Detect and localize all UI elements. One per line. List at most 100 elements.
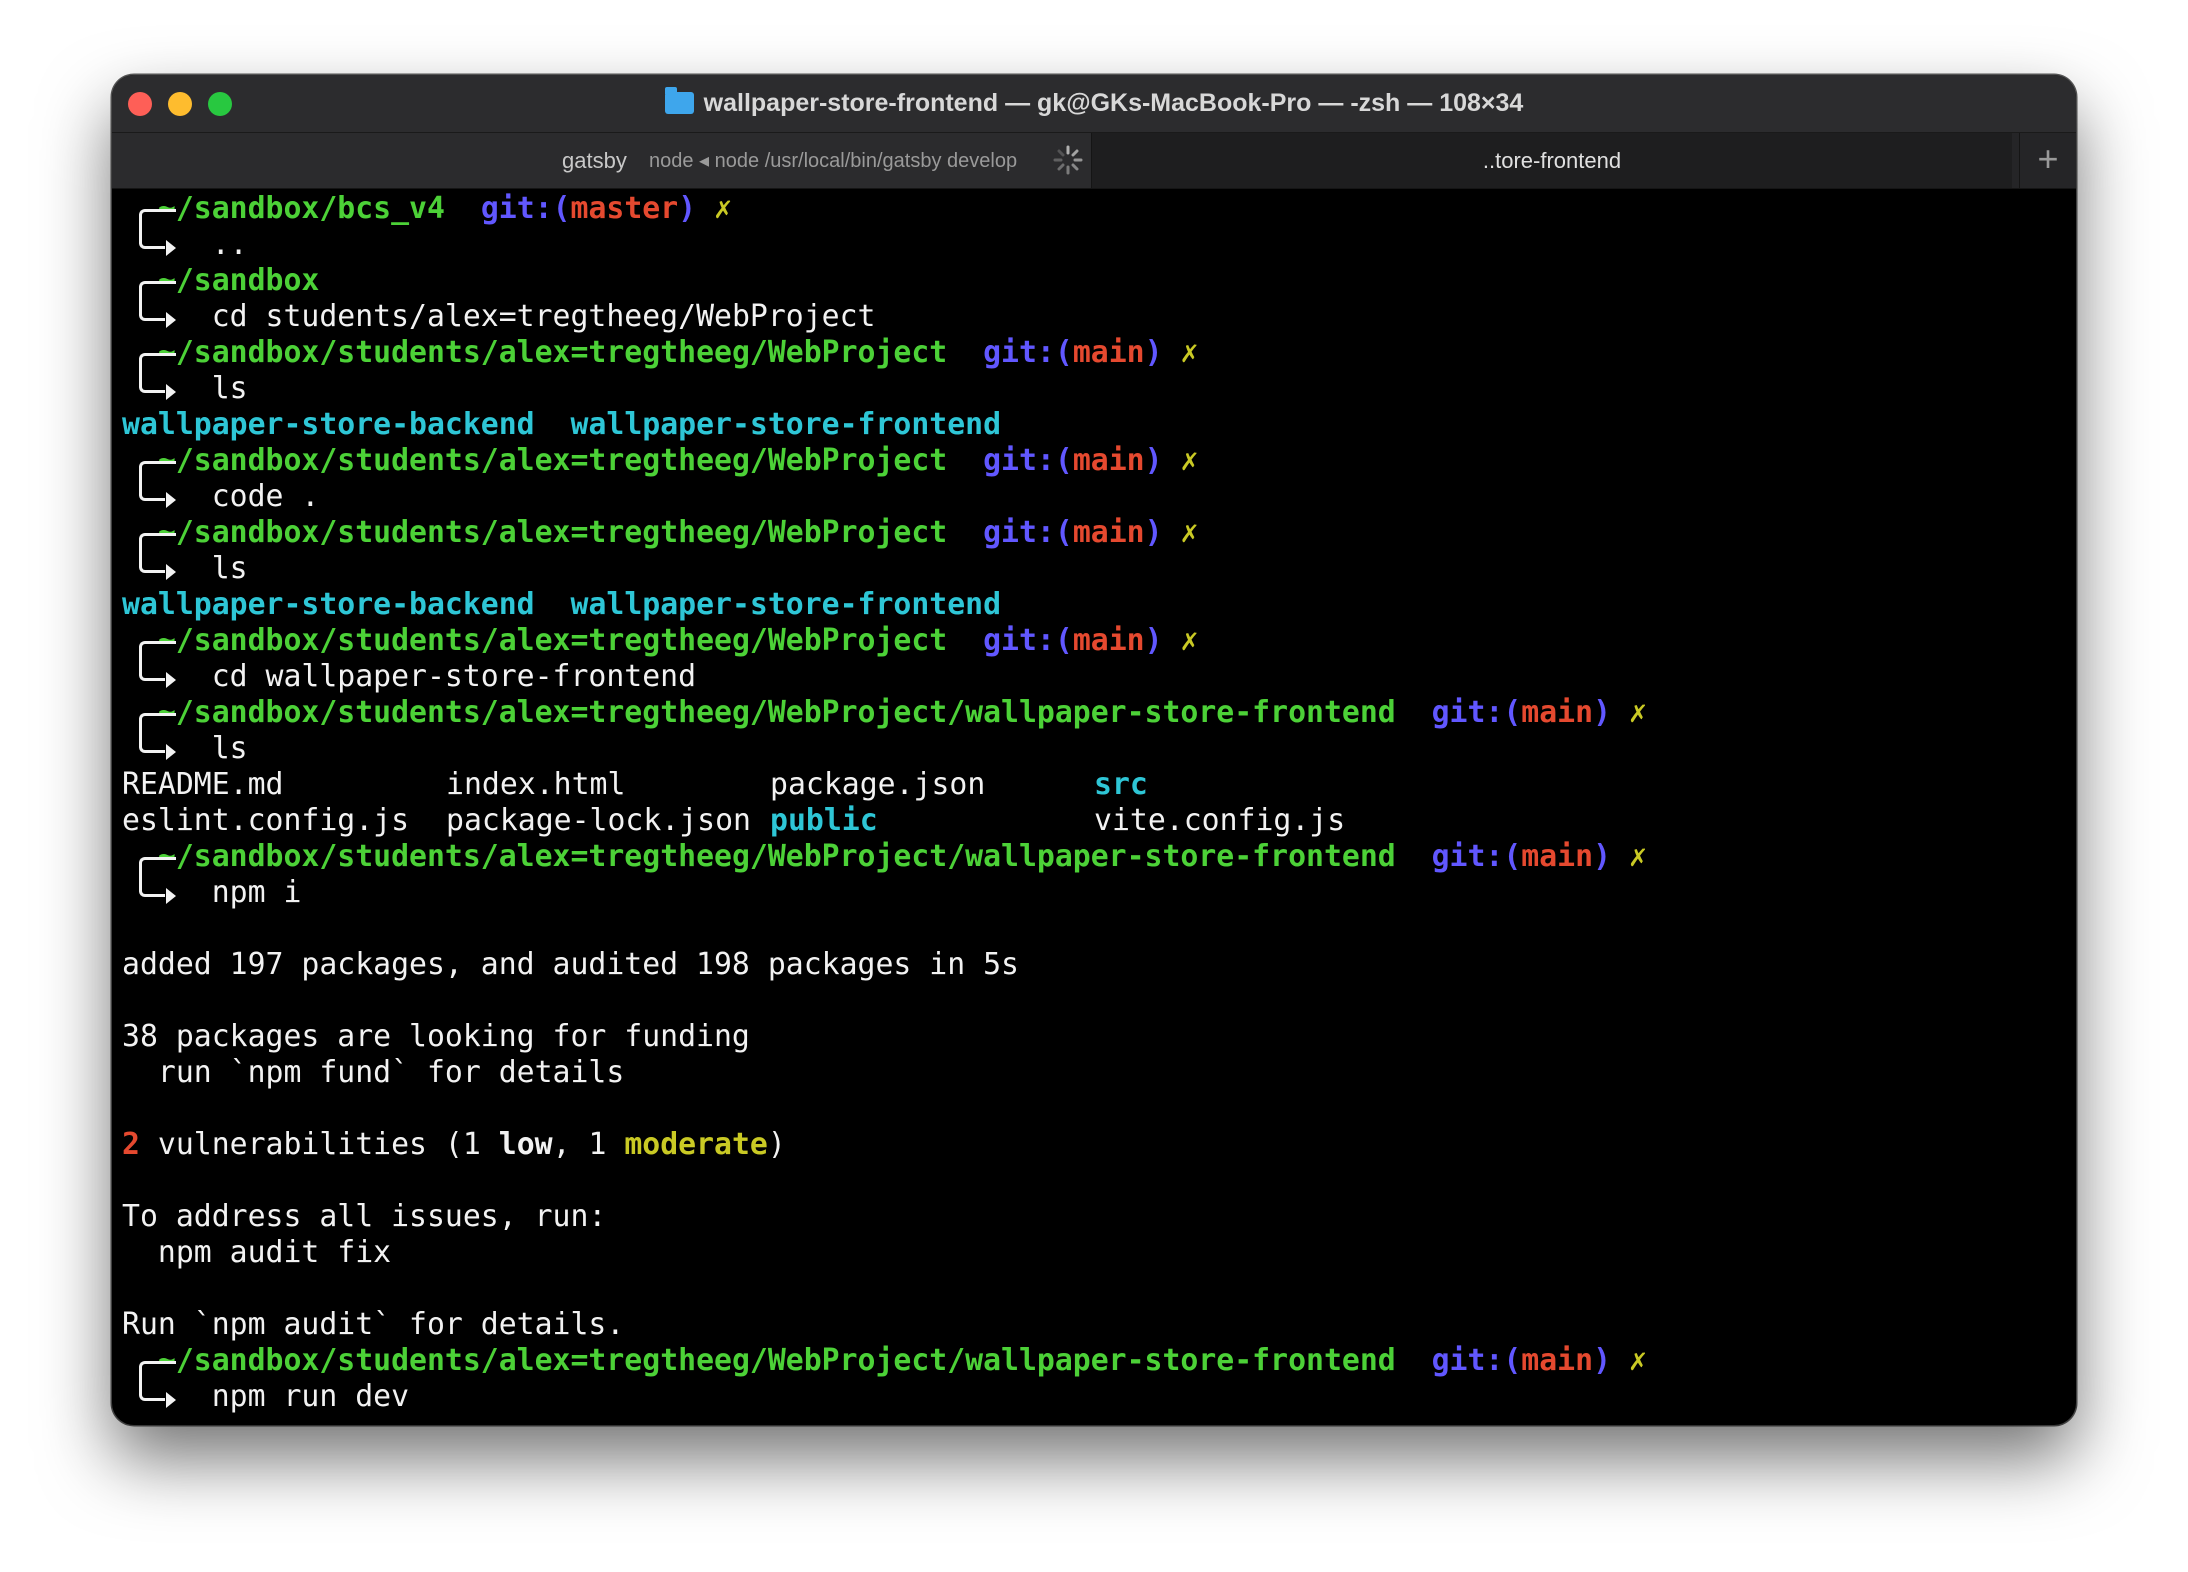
prompt-line: ~/sandbox/students/alex=tregtheeg/WebPro… <box>122 839 2076 904</box>
npm-output: Run `npm audit` for details. <box>122 1307 2076 1343</box>
vuln-end: ) <box>767 1127 786 1162</box>
git-suffix: ) <box>1593 695 1612 730</box>
tab-gatsby-label: gatsby <box>562 148 627 173</box>
command-text: cd wallpaper-store-frontend <box>211 659 697 694</box>
ls-dir: wallpaper-store-frontend <box>570 407 1002 442</box>
command-text: .. <box>211 227 248 262</box>
prompt-line: ~/sandbox/students/alex=tregtheeg/WebPro… <box>122 695 2076 760</box>
npm-output: added 197 packages, and audited 198 pack… <box>122 947 2076 983</box>
npm-fund-hint: run `npm fund` for details <box>122 1055 625 1090</box>
git-prefix: git:( <box>480 191 571 226</box>
prompt-line: ~/sandbox/students/alex=tregtheeg/WebPro… <box>122 515 2076 580</box>
git-branch: main <box>1072 623 1145 658</box>
npm-funding: 38 packages are looking for funding <box>122 1019 750 1054</box>
command-line: npm run dev <box>122 1379 2076 1415</box>
window-title: wallpaper-store-frontend — gk@GKs-MacBoo… <box>112 75 2076 132</box>
command-line: cd students/alex=tregtheeg/WebProject <box>122 299 2076 335</box>
ls-file: package.json <box>770 767 986 802</box>
dirty-mark-icon: ✗ <box>1628 695 1647 730</box>
dirty-mark-icon: ✗ <box>714 191 733 226</box>
prompt-path: ~/sandbox/bcs_v4 <box>157 191 445 226</box>
git-prefix: git:( <box>983 623 1073 658</box>
command-text: ls <box>211 731 248 766</box>
prompt-line: ~/sandbox/students/alex=tregtheeg/WebPro… <box>122 335 2076 400</box>
git-branch: main <box>1072 335 1145 370</box>
ls-dir: wallpaper-store-backend <box>122 587 535 622</box>
ls-file: index.html <box>446 767 626 802</box>
ls-file: README.md <box>122 767 284 802</box>
git-suffix: ) <box>1144 335 1163 370</box>
prompt-line: ~/sandbox/students/alex=tregtheeg/WebPro… <box>122 623 2076 688</box>
ls-dir: public <box>770 803 878 838</box>
tab-frontend[interactable]: ..tore-frontend <box>1092 133 2012 188</box>
command-line: cd wallpaper-store-frontend <box>122 659 2076 695</box>
tab-frontend-label: ..tore-frontend <box>1482 148 1622 173</box>
command-text: code . <box>211 479 320 514</box>
prompt-path: ~/sandbox/students/alex=tregtheeg/WebPro… <box>157 623 948 658</box>
prompt-path: ~/sandbox/students/alex=tregtheeg/WebPro… <box>157 443 948 478</box>
command-text: ls <box>211 371 248 406</box>
vuln-low: low <box>498 1127 553 1162</box>
git-branch: main <box>1072 443 1145 478</box>
command-text: cd students/alex=tregtheeg/WebProject <box>211 299 876 334</box>
git-suffix: ) <box>1593 1343 1612 1378</box>
tab-gatsby-subtitle: node ◂ node /usr/local/bin/gatsby develo… <box>649 150 1018 172</box>
git-suffix: ) <box>1144 443 1163 478</box>
git-branch: main <box>1072 515 1145 550</box>
command-line: ls <box>122 551 2076 587</box>
command-line: npm i <box>122 875 2076 911</box>
ls-dir: wallpaper-store-frontend <box>570 587 1002 622</box>
folder-icon <box>664 87 694 114</box>
prompt-path: ~/sandbox <box>157 263 320 298</box>
title-bar[interactable]: wallpaper-store-frontend — gk@GKs-MacBoo… <box>112 75 2076 133</box>
prompt-path: ~/sandbox/students/alex=tregtheeg/WebPro… <box>157 515 948 550</box>
git-prefix: git:( <box>1431 839 1522 874</box>
prompt-line: ~/sandbox <box>122 263 2076 328</box>
vuln-moderate: moderate <box>624 1127 768 1162</box>
command-line: ls <box>122 371 2076 407</box>
ls-output: eslint.config.js package-lock.json public v… <box>122 803 2076 839</box>
command-text: ls <box>211 551 248 586</box>
git-branch: main <box>1521 1343 1594 1378</box>
dirty-mark-icon: ✗ <box>1180 623 1199 658</box>
vuln-mid: , 1 <box>552 1127 625 1162</box>
prompt-path: ~/sandbox/students/alex=tregtheeg/WebPro… <box>157 335 948 370</box>
dirty-mark-icon: ✗ <box>1180 335 1199 370</box>
window-title-text: wallpaper-store-frontend — gk@GKs-MacBoo… <box>703 89 1524 117</box>
new-tab-button[interactable]: + <box>2019 133 2076 188</box>
command-line: .. <box>122 227 2076 263</box>
npm-output: 38 packages are looking for funding <box>122 1019 2076 1055</box>
terminal-window: wallpaper-store-frontend — gk@GKs-MacBoo… <box>112 75 2076 1425</box>
npm-audit-fix: npm audit fix <box>122 1235 392 1270</box>
prompt-line: ~/sandbox/students/alex=tregtheeg/WebPro… <box>122 443 2076 508</box>
tab-bar: gatsby node ◂ node /usr/local/bin/gatsby… <box>112 133 2076 189</box>
git-suffix: ) <box>1593 839 1612 874</box>
prompt-path: ~/sandbox/students/alex=tregtheeg/WebPro… <box>157 695 1396 730</box>
npm-output: To address all issues, run: <box>122 1199 2076 1235</box>
ls-output: wallpaper-store-backend wallpaper-store-… <box>122 587 2076 623</box>
terminal-output[interactable]: ~/sandbox/bcs_v4 git:(master) ✗ .. ~/san… <box>122 191 2076 1425</box>
command-line: ls <box>122 731 2076 767</box>
git-branch: main <box>1521 695 1594 730</box>
prompt-path: ~/sandbox/students/alex=tregtheeg/WebPro… <box>157 1343 1396 1378</box>
npm-address: To address all issues, run: <box>122 1199 607 1234</box>
git-prefix: git:( <box>1431 695 1522 730</box>
git-prefix: git:( <box>983 515 1073 550</box>
ls-file: package-lock.json <box>446 803 751 838</box>
tab-gatsby[interactable]: gatsby node ◂ node /usr/local/bin/gatsby… <box>112 133 1092 188</box>
dirty-mark-icon: ✗ <box>1628 839 1647 874</box>
ls-dir: src <box>1094 767 1148 802</box>
prompt-line: ~/sandbox/bcs_v4 git:(master) ✗ <box>122 191 2076 256</box>
git-suffix: ) <box>678 191 697 226</box>
git-branch: main <box>1521 839 1594 874</box>
git-suffix: ) <box>1144 515 1163 550</box>
ls-file: eslint.config.js <box>122 803 410 838</box>
spinner-icon <box>1053 145 1083 175</box>
ls-output: README.md index.html package.json src <box>122 767 2076 803</box>
command-text: npm run dev <box>211 1379 410 1414</box>
dirty-mark-icon: ✗ <box>1628 1343 1647 1378</box>
git-suffix: ) <box>1144 623 1163 658</box>
